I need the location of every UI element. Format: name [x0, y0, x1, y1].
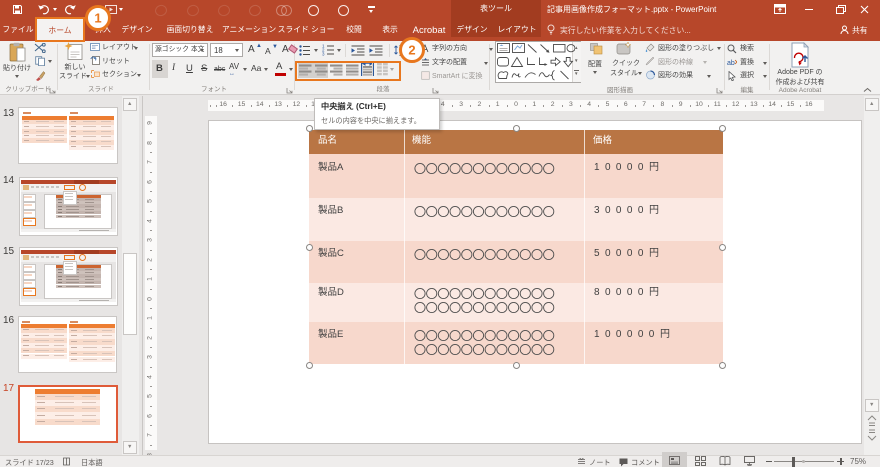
svg-text:ab: ab	[727, 60, 735, 67]
svg-text:3: 3	[322, 52, 325, 57]
